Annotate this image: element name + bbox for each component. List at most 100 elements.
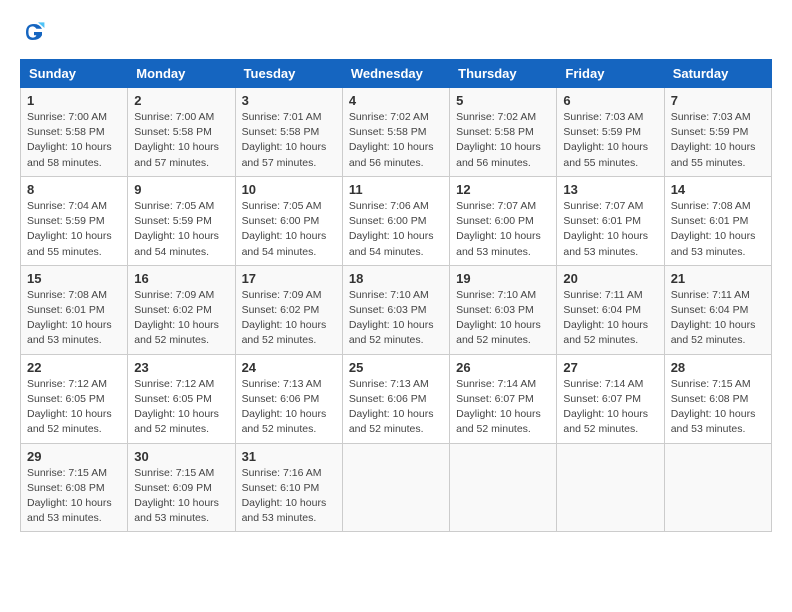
day-number: 10 xyxy=(242,182,336,197)
calendar-cell: 3 Sunrise: 7:01 AM Sunset: 5:58 PM Daylig… xyxy=(235,88,342,177)
day-number: 16 xyxy=(134,271,228,286)
calendar-cell: 16 Sunrise: 7:09 AM Sunset: 6:02 PM Dayli… xyxy=(128,265,235,354)
day-info: Sunrise: 7:00 AM Sunset: 5:58 PM Dayligh… xyxy=(27,110,121,171)
day-info: Sunrise: 7:05 AM Sunset: 5:59 PM Dayligh… xyxy=(134,199,228,260)
day-number: 27 xyxy=(563,360,657,375)
calendar-cell: 2 Sunrise: 7:00 AM Sunset: 5:58 PM Daylig… xyxy=(128,88,235,177)
calendar-cell: 4Sunrise: 7:02 AM Sunset: 5:58 PM Daylig… xyxy=(342,88,449,177)
calendar-cell: 28 Sunrise: 7:15 AM Sunset: 6:08 PM Dayli… xyxy=(664,354,771,443)
calendar-week-row: 15 Sunrise: 7:08 AM Sunset: 6:01 PM Dayli… xyxy=(21,265,772,354)
calendar-cell: 1 Sunrise: 7:00 AM Sunset: 5:58 PM Daylig… xyxy=(21,88,128,177)
day-number: 31 xyxy=(242,449,336,464)
day-info: Sunrise: 7:13 AM Sunset: 6:06 PM Dayligh… xyxy=(349,377,443,438)
header-monday: Monday xyxy=(128,60,235,88)
calendar-cell: 24 Sunrise: 7:13 AM Sunset: 6:06 PM Dayli… xyxy=(235,354,342,443)
calendar-cell: 18 Sunrise: 7:10 AM Sunset: 6:03 PM Dayli… xyxy=(342,265,449,354)
calendar-header-row: SundayMondayTuesdayWednesdayThursdayFrid… xyxy=(21,60,772,88)
calendar-table: SundayMondayTuesdayWednesdayThursdayFrid… xyxy=(20,59,772,532)
logo xyxy=(20,20,46,49)
day-info: Sunrise: 7:07 AM Sunset: 6:01 PM Dayligh… xyxy=(563,199,657,260)
header-thursday: Thursday xyxy=(450,60,557,88)
day-number: 26 xyxy=(456,360,550,375)
day-info: Sunrise: 7:08 AM Sunset: 6:01 PM Dayligh… xyxy=(671,199,765,260)
day-number: 23 xyxy=(134,360,228,375)
day-number: 5 xyxy=(456,93,550,108)
day-number: 24 xyxy=(242,360,336,375)
day-number: 22 xyxy=(27,360,121,375)
day-info: Sunrise: 7:03 AM Sunset: 5:59 PM Dayligh… xyxy=(563,110,657,171)
header-saturday: Saturday xyxy=(664,60,771,88)
day-info: Sunrise: 7:09 AM Sunset: 6:02 PM Dayligh… xyxy=(134,288,228,349)
calendar-cell xyxy=(664,443,771,532)
calendar-cell: 19 Sunrise: 7:10 AM Sunset: 6:03 PM Dayli… xyxy=(450,265,557,354)
calendar-cell: 5 Sunrise: 7:02 AM Sunset: 5:58 PM Daylig… xyxy=(450,88,557,177)
calendar-cell: 22 Sunrise: 7:12 AM Sunset: 6:05 PM Dayli… xyxy=(21,354,128,443)
header-wednesday: Wednesday xyxy=(342,60,449,88)
day-info: Sunrise: 7:15 AM Sunset: 6:08 PM Dayligh… xyxy=(671,377,765,438)
calendar-cell: 9 Sunrise: 7:05 AM Sunset: 5:59 PM Daylig… xyxy=(128,176,235,265)
calendar-cell: 23 Sunrise: 7:12 AM Sunset: 6:05 PM Dayli… xyxy=(128,354,235,443)
day-info: Sunrise: 7:07 AM Sunset: 6:00 PM Dayligh… xyxy=(456,199,550,260)
day-info: Sunrise: 7:14 AM Sunset: 6:07 PM Dayligh… xyxy=(563,377,657,438)
day-info: Sunrise: 7:12 AM Sunset: 6:05 PM Dayligh… xyxy=(134,377,228,438)
day-number: 21 xyxy=(671,271,765,286)
day-number: 17 xyxy=(242,271,336,286)
day-number: 29 xyxy=(27,449,121,464)
day-info: Sunrise: 7:14 AM Sunset: 6:07 PM Dayligh… xyxy=(456,377,550,438)
day-number: 13 xyxy=(563,182,657,197)
logo-icon xyxy=(22,20,46,44)
day-info: Sunrise: 7:10 AM Sunset: 6:03 PM Dayligh… xyxy=(456,288,550,349)
day-info: Sunrise: 7:00 AM Sunset: 5:58 PM Dayligh… xyxy=(134,110,228,171)
calendar-cell: 25 Sunrise: 7:13 AM Sunset: 6:06 PM Dayli… xyxy=(342,354,449,443)
day-number: 9 xyxy=(134,182,228,197)
day-number: 25 xyxy=(349,360,443,375)
day-info: Sunrise: 7:02 AM Sunset: 5:58 PM Dayligh… xyxy=(456,110,550,171)
calendar-cell xyxy=(557,443,664,532)
day-number: 2 xyxy=(134,93,228,108)
day-number: 28 xyxy=(671,360,765,375)
calendar-cell: 13 Sunrise: 7:07 AM Sunset: 6:01 PM Dayli… xyxy=(557,176,664,265)
day-info: Sunrise: 7:13 AM Sunset: 6:06 PM Dayligh… xyxy=(242,377,336,438)
day-info: Sunrise: 7:04 AM Sunset: 5:59 PM Dayligh… xyxy=(27,199,121,260)
day-info: Sunrise: 7:10 AM Sunset: 6:03 PM Dayligh… xyxy=(349,288,443,349)
day-info: Sunrise: 7:11 AM Sunset: 6:04 PM Dayligh… xyxy=(563,288,657,349)
day-info: Sunrise: 7:02 AM Sunset: 5:58 PM Dayligh… xyxy=(349,110,443,171)
header-tuesday: Tuesday xyxy=(235,60,342,88)
day-number: 1 xyxy=(27,93,121,108)
day-info: Sunrise: 7:01 AM Sunset: 5:58 PM Dayligh… xyxy=(242,110,336,171)
calendar-cell: 14 Sunrise: 7:08 AM Sunset: 6:01 PM Dayli… xyxy=(664,176,771,265)
day-info: Sunrise: 7:03 AM Sunset: 5:59 PM Dayligh… xyxy=(671,110,765,171)
day-number: 14 xyxy=(671,182,765,197)
calendar-cell: 21Sunrise: 7:11 AM Sunset: 6:04 PM Dayli… xyxy=(664,265,771,354)
calendar-cell: 6 Sunrise: 7:03 AM Sunset: 5:59 PM Daylig… xyxy=(557,88,664,177)
day-number: 19 xyxy=(456,271,550,286)
header-sunday: Sunday xyxy=(21,60,128,88)
day-number: 7 xyxy=(671,93,765,108)
day-info: Sunrise: 7:06 AM Sunset: 6:00 PM Dayligh… xyxy=(349,199,443,260)
day-number: 3 xyxy=(242,93,336,108)
calendar-week-row: 22 Sunrise: 7:12 AM Sunset: 6:05 PM Dayli… xyxy=(21,354,772,443)
day-number: 8 xyxy=(27,182,121,197)
calendar-cell: 12Sunrise: 7:07 AM Sunset: 6:00 PM Dayli… xyxy=(450,176,557,265)
day-number: 20 xyxy=(563,271,657,286)
day-number: 11 xyxy=(349,182,443,197)
calendar-cell: 27 Sunrise: 7:14 AM Sunset: 6:07 PM Dayli… xyxy=(557,354,664,443)
calendar-cell: 30Sunrise: 7:15 AM Sunset: 6:09 PM Dayli… xyxy=(128,443,235,532)
day-info: Sunrise: 7:08 AM Sunset: 6:01 PM Dayligh… xyxy=(27,288,121,349)
day-number: 18 xyxy=(349,271,443,286)
day-info: Sunrise: 7:12 AM Sunset: 6:05 PM Dayligh… xyxy=(27,377,121,438)
calendar-cell: 17Sunrise: 7:09 AM Sunset: 6:02 PM Dayli… xyxy=(235,265,342,354)
calendar-cell: 7 Sunrise: 7:03 AM Sunset: 5:59 PM Daylig… xyxy=(664,88,771,177)
calendar-cell: 11 Sunrise: 7:06 AM Sunset: 6:00 PM Dayli… xyxy=(342,176,449,265)
calendar-cell xyxy=(450,443,557,532)
calendar-cell: 10Sunrise: 7:05 AM Sunset: 6:00 PM Dayli… xyxy=(235,176,342,265)
day-info: Sunrise: 7:16 AM Sunset: 6:10 PM Dayligh… xyxy=(242,466,336,527)
day-number: 15 xyxy=(27,271,121,286)
day-info: Sunrise: 7:15 AM Sunset: 6:08 PM Dayligh… xyxy=(27,466,121,527)
calendar-cell xyxy=(342,443,449,532)
calendar-cell: 15 Sunrise: 7:08 AM Sunset: 6:01 PM Dayli… xyxy=(21,265,128,354)
day-number: 30 xyxy=(134,449,228,464)
header-friday: Friday xyxy=(557,60,664,88)
day-number: 6 xyxy=(563,93,657,108)
calendar-cell: 29 Sunrise: 7:15 AM Sunset: 6:08 PM Dayli… xyxy=(21,443,128,532)
